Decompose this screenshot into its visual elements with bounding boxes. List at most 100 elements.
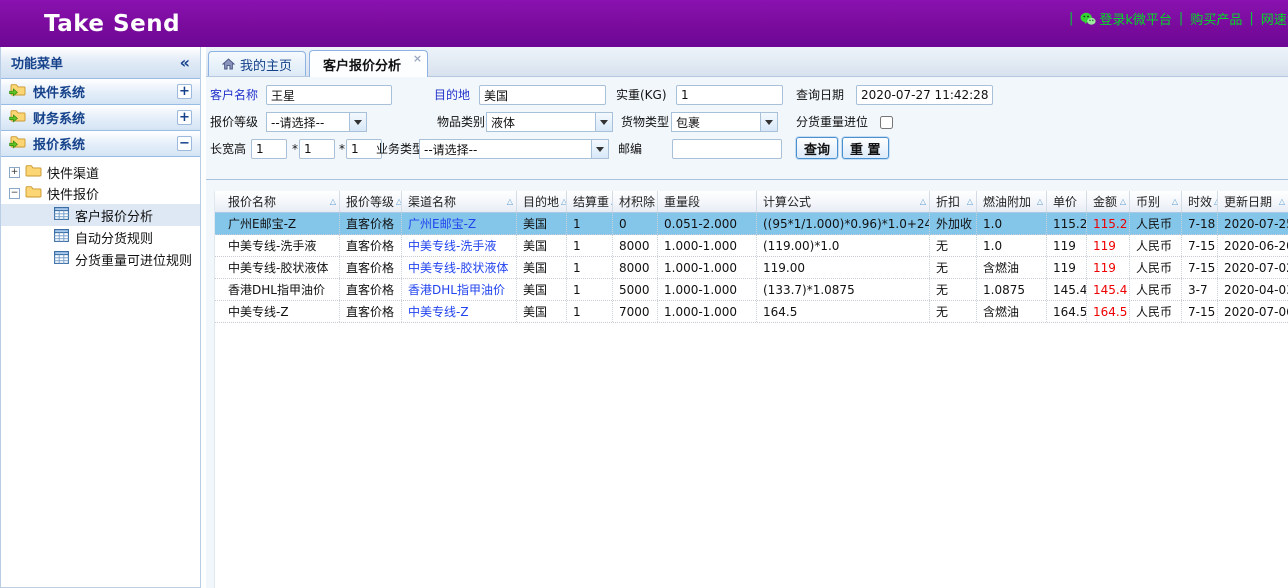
search-button[interactable]: 查询 [796, 137, 838, 159]
channel-link-cell[interactable]: 中美专线-Z [402, 301, 517, 322]
table-cell: 直客价格 [340, 235, 402, 256]
column-header-10[interactable]: 燃油附加△ [977, 191, 1047, 212]
sidebar-section-3[interactable]: 报价系统− [1, 131, 200, 157]
column-header-3[interactable]: 渠道名称 △ [402, 191, 517, 212]
column-header-label: 计算公式 [763, 193, 811, 210]
table-row-1[interactable]: 广州E邮宝-Z直客价格广州E邮宝-Z美国100.051-2.000((95*1/… [215, 213, 1288, 235]
dropdown-arrow-icon[interactable] [760, 113, 777, 131]
channel-link-cell[interactable]: 中美专线-洗手液 [402, 235, 517, 256]
sidebar-collapse-icon[interactable]: « [180, 56, 190, 70]
tree-node-2[interactable]: − 快件报价 [1, 183, 200, 204]
tree-leaf-分货重量可进位规则[interactable]: 分货重量可进位规则 [1, 248, 200, 270]
wechat-icon [1080, 12, 1096, 26]
channel-link-cell[interactable]: 广州E邮宝-Z [402, 213, 517, 234]
top-link-1[interactable]: 登录k微平台 [1080, 9, 1172, 28]
column-header-4[interactable]: 目的地△ [517, 191, 567, 212]
table-cell: 无 [930, 301, 977, 322]
business-type-select[interactable]: --请选择-- [419, 139, 609, 159]
column-header-5[interactable]: 结算重△ [567, 191, 613, 212]
dropdown-arrow-icon[interactable] [349, 113, 366, 131]
table-cell: 0.051-2.000 [658, 213, 757, 234]
top-link-3[interactable]: 网速测试 [1261, 9, 1288, 28]
reset-button[interactable]: 重 置 [842, 137, 889, 159]
tree-collapse-icon[interactable]: − [9, 188, 20, 199]
sidebar-tree: +快件渠道 − 快件报价客户报价分析自动分货规则分货重量可进位规则 [1, 157, 200, 587]
column-header-label: 折扣 [936, 193, 960, 210]
multiply-sign: * [292, 139, 298, 159]
column-header-7[interactable]: 重量段 [658, 191, 757, 212]
table-row-4[interactable]: 香港DHL指甲油价直客价格香港DHL指甲油价美国150001.000-1.000… [215, 279, 1288, 301]
customer-name-field[interactable] [266, 85, 392, 105]
collapse-icon[interactable]: − [177, 136, 192, 151]
table-cell: 1.000-1.000 [658, 279, 757, 300]
destination-field[interactable] [479, 85, 606, 105]
channel-link-cell[interactable]: 香港DHL指甲油价 [402, 279, 517, 300]
table-row-2[interactable]: 中美专线-洗手液直客价格中美专线-洗手液美国180001.000-1.000(1… [215, 235, 1288, 257]
home-icon [222, 58, 235, 70]
tab-2[interactable]: 客户报价分析× [309, 50, 428, 77]
table-cell: 1.000-1.000 [658, 235, 757, 256]
split-weight-carry-checkbox[interactable] [880, 116, 893, 129]
sidebar-section-2[interactable]: 财务系统 + [1, 105, 200, 131]
query-date-field[interactable] [856, 85, 993, 105]
top-link-2[interactable]: 购买产品 [1190, 9, 1242, 28]
actual-weight-field[interactable] [676, 85, 783, 105]
sort-icon: △ [507, 197, 513, 206]
column-header-11[interactable]: 单价 [1047, 191, 1087, 212]
expand-icon[interactable]: + [177, 84, 192, 99]
tree-node-1[interactable]: +快件渠道 [1, 162, 200, 183]
tree-leaf-客户报价分析[interactable]: 客户报价分析 [1, 204, 200, 226]
table-cell: 1.000-1.000 [658, 301, 757, 322]
dropdown-arrow-icon[interactable] [591, 140, 608, 158]
tree-expand-icon[interactable]: + [9, 167, 20, 178]
shortcut-folder-icon [9, 135, 26, 152]
dim-width-field[interactable] [299, 139, 335, 159]
cargo-type-label: 货物类型 [621, 112, 669, 132]
dropdown-arrow-icon[interactable] [595, 113, 612, 131]
item-category-select[interactable]: 液体 [486, 112, 613, 132]
dim-length-field[interactable] [251, 139, 287, 159]
column-header-1[interactable]: 报价名称△ [215, 191, 340, 212]
table-cell: 2020-07-02 [1218, 257, 1288, 278]
multiply-sign: * [339, 139, 345, 159]
tree-leaf-自动分货规则[interactable]: 自动分货规则 [1, 226, 200, 248]
table-cell: 人民币 [1130, 279, 1182, 300]
column-header-label: 渠道名称 [408, 193, 456, 210]
business-type-label: 业务类型 [376, 139, 424, 159]
tree-node-label: 快件报价 [47, 184, 99, 203]
column-header-8[interactable]: 计算公式△ [757, 191, 930, 212]
table-cell: 8000 [613, 235, 658, 256]
column-header-12[interactable]: 金额△ [1087, 191, 1130, 212]
column-header-2[interactable]: 报价等级△ [340, 191, 402, 212]
column-header-9[interactable]: 折扣 △ [930, 191, 977, 212]
column-header-15[interactable]: 更新日期△ [1218, 191, 1288, 212]
close-icon[interactable]: × [413, 53, 422, 64]
table-cell: 外加收 [930, 213, 977, 234]
column-header-label: 时效 [1188, 193, 1212, 210]
column-header-13[interactable]: 币别△ [1130, 191, 1182, 212]
column-header-label: 重量段 [664, 193, 700, 210]
sort-icon: △ [967, 197, 973, 206]
table-cell: 人民币 [1130, 235, 1182, 256]
column-header-14[interactable]: 时效△ [1182, 191, 1218, 212]
column-header-6[interactable]: 材积除△ [613, 191, 658, 212]
tab-1[interactable]: 我的主页 [208, 51, 306, 76]
column-header-label: 目的地 [523, 193, 559, 210]
table-cell: 含燃油 [977, 257, 1047, 278]
table-row-3[interactable]: 中美专线-胶状液体直客价格中美专线-胶状液体美国180001.000-1.000… [215, 257, 1288, 279]
sidebar-section-1[interactable]: 快件系统+ [1, 79, 200, 105]
table-cell: 1.0 [977, 235, 1047, 256]
quote-grade-select[interactable]: --请选择-- [266, 112, 367, 132]
zip-field[interactable] [672, 139, 782, 159]
expand-icon[interactable]: + [177, 110, 192, 125]
cargo-type-select[interactable]: 包裹 [671, 112, 778, 132]
sidebar-section-label: 财务系统 [33, 108, 170, 127]
table-cell: 119 [1087, 235, 1130, 256]
table-cell: 2020-06-20 [1218, 235, 1288, 256]
business-type-value: --请选择-- [420, 141, 591, 158]
table-row-5[interactable]: 中美专线-Z直客价格中美专线-Z美国170001.000-1.000164.5无… [215, 301, 1288, 323]
table-cell: 145.4 [1087, 279, 1130, 300]
quote-table: 报价名称△报价等级△ 渠道名称 △ 目的地△结算重△材积除△ 重量段 计算公式△ 折扣 △ 燃油… [214, 191, 1288, 588]
table-cell: 人民币 [1130, 257, 1182, 278]
channel-link-cell[interactable]: 中美专线-胶状液体 [402, 257, 517, 278]
